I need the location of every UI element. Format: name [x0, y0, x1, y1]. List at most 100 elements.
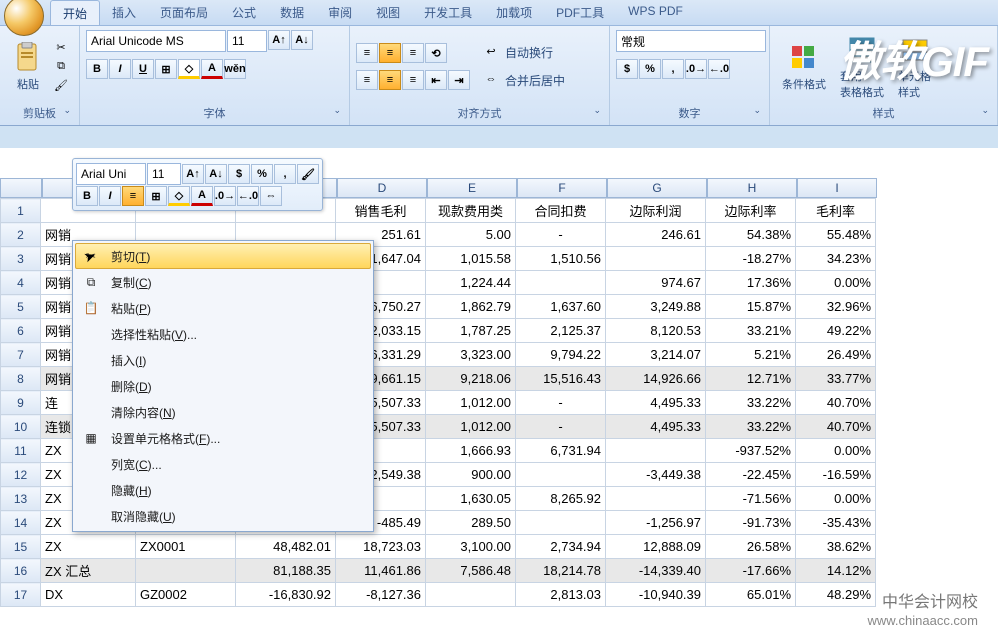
tab-formulas[interactable]: 公式 [220, 0, 268, 25]
tab-pdf-tools[interactable]: PDF工具 [544, 0, 616, 25]
cell[interactable]: 8,265.92 [516, 487, 606, 511]
cell[interactable]: 1,637.60 [516, 295, 606, 319]
row-header[interactable]: 8 [1, 367, 41, 391]
cell[interactable]: 0.00% [796, 271, 876, 295]
context-menu-item-取消隐藏[interactable]: 取消隐藏(U) [75, 503, 371, 529]
align-center-icon[interactable]: ≡ [379, 70, 401, 90]
tab-insert[interactable]: 插入 [100, 0, 148, 25]
context-menu-item-粘贴[interactable]: 📋粘贴(P) [75, 295, 371, 321]
cell[interactable]: - [516, 391, 606, 415]
cell[interactable]: 33.21% [706, 319, 796, 343]
cell[interactable]: 15,516.43 [516, 367, 606, 391]
cell[interactable]: -10,940.39 [606, 583, 706, 607]
context-menu-item-复制[interactable]: ⧉复制(C) [75, 269, 371, 295]
align-bottom-icon[interactable]: ≡ [402, 43, 424, 63]
cell[interactable]: ZX 汇总 [41, 559, 136, 583]
row-header[interactable]: 12 [1, 463, 41, 487]
cell[interactable]: -937.52% [706, 439, 796, 463]
row-header[interactable]: 2 [1, 223, 41, 247]
percent-format-icon[interactable]: % [639, 59, 661, 79]
cell[interactable] [516, 511, 606, 535]
cell[interactable]: 14.12% [796, 559, 876, 583]
cell[interactable]: 7,586.48 [426, 559, 516, 583]
cell[interactable]: -18.27% [706, 247, 796, 271]
bold-button[interactable]: B [86, 59, 108, 79]
row-header[interactable]: 17 [1, 583, 41, 607]
tab-data[interactable]: 数据 [268, 0, 316, 25]
cell[interactable]: 38.62% [796, 535, 876, 559]
merge-center-label[interactable]: 合并后居中 [501, 70, 569, 91]
context-menu-item-列宽[interactable]: 列宽(C)... [75, 451, 371, 477]
mini-inc-decimal-icon[interactable]: .0→ [214, 186, 236, 206]
cell[interactable]: 12,888.09 [606, 535, 706, 559]
column-header-H[interactable]: H [707, 178, 797, 198]
cell[interactable]: 48.29% [796, 583, 876, 607]
cell[interactable]: 11,461.86 [336, 559, 426, 583]
font-size-combo[interactable] [227, 30, 267, 52]
cell[interactable]: -8,127.36 [336, 583, 426, 607]
number-format-combo[interactable] [616, 30, 766, 52]
row-header[interactable]: 7 [1, 343, 41, 367]
mini-format-painter-icon[interactable]: 🖌 [297, 164, 319, 184]
align-right-icon[interactable]: ≡ [402, 70, 424, 90]
row-header[interactable]: 5 [1, 295, 41, 319]
cell[interactable]: 15.87% [706, 295, 796, 319]
paste-button[interactable]: 粘贴 [6, 40, 50, 94]
cell[interactable]: 4,495.33 [606, 391, 706, 415]
mini-fill-color-button[interactable]: ◇ [168, 186, 190, 206]
row-header[interactable]: 15 [1, 535, 41, 559]
cell[interactable]: 974.67 [606, 271, 706, 295]
cell[interactable]: ZX [41, 535, 136, 559]
header-cell[interactable]: 销售毛利 [336, 199, 426, 223]
context-menu-item-隐藏[interactable]: 隐藏(H) [75, 477, 371, 503]
cell[interactable]: 55.48% [796, 223, 876, 247]
cell[interactable]: 12.71% [706, 367, 796, 391]
row-header[interactable]: 14 [1, 511, 41, 535]
phonetic-button[interactable]: wěn [224, 59, 246, 79]
cell[interactable]: 17.36% [706, 271, 796, 295]
row-header[interactable]: 9 [1, 391, 41, 415]
cell[interactable]: -16.59% [796, 463, 876, 487]
column-header-G[interactable]: G [607, 178, 707, 198]
cell[interactable]: 1,012.00 [426, 415, 516, 439]
row-header[interactable]: 4 [1, 271, 41, 295]
cut-icon[interactable]: ✂ [53, 40, 69, 56]
cell[interactable]: 81,188.35 [236, 559, 336, 583]
cell[interactable]: 33.22% [706, 391, 796, 415]
row-header[interactable]: 13 [1, 487, 41, 511]
wrap-text-icon[interactable]: ↩ [483, 43, 499, 59]
cell[interactable]: - [516, 415, 606, 439]
cell[interactable]: -91.73% [706, 511, 796, 535]
increase-decimal-icon[interactable]: .0→ [685, 59, 707, 79]
align-middle-icon[interactable]: ≡ [379, 43, 401, 63]
column-header-I[interactable]: I [797, 178, 877, 198]
cell[interactable]: 8,120.53 [606, 319, 706, 343]
cell[interactable]: 2,734.94 [516, 535, 606, 559]
context-menu-item-删除[interactable]: 删除(D) [75, 373, 371, 399]
cell[interactable]: 14,926.66 [606, 367, 706, 391]
header-cell[interactable]: 边际利率 [706, 199, 796, 223]
underline-button[interactable]: U [132, 59, 154, 79]
cell[interactable]: 18,723.03 [336, 535, 426, 559]
column-header-E[interactable]: E [427, 178, 517, 198]
mini-accounting-icon[interactable]: $ [228, 164, 250, 184]
context-menu-item-清除内容[interactable]: 清除内容(N) [75, 399, 371, 425]
mini-grow-font-icon[interactable]: A↑ [182, 164, 204, 184]
cell[interactable]: 33.77% [796, 367, 876, 391]
cell[interactable]: 33.22% [706, 415, 796, 439]
cell[interactable]: 5.00 [426, 223, 516, 247]
cell[interactable]: 65.01% [706, 583, 796, 607]
mini-align-center-button[interactable]: ≡ [122, 186, 144, 206]
row-header[interactable]: 16 [1, 559, 41, 583]
context-menu-item-设置单元格格式[interactable]: ▦设置单元格格式(F)... [75, 425, 371, 451]
cell[interactable]: 18,214.78 [516, 559, 606, 583]
align-top-icon[interactable]: ≡ [356, 43, 378, 63]
cell[interactable]: 0.00% [796, 487, 876, 511]
cell[interactable] [516, 271, 606, 295]
cell[interactable]: 2,125.37 [516, 319, 606, 343]
context-menu-item-剪切[interactable]: ✂剪切(T) [75, 243, 371, 269]
cell[interactable]: 4,495.33 [606, 415, 706, 439]
cell[interactable] [606, 247, 706, 271]
cell[interactable]: 5.21% [706, 343, 796, 367]
tab-home[interactable]: 开始 [50, 0, 100, 25]
